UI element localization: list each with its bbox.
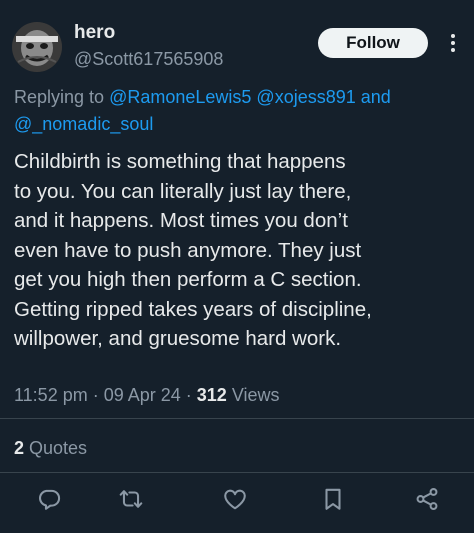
tweet: hero @Scott617565908 Follow Replying to … — [0, 0, 474, 533]
quotes-label: Quotes — [24, 438, 88, 458]
avatar[interactable] — [12, 22, 62, 72]
tweet-date[interactable]: 09 Apr 24 — [104, 385, 181, 405]
display-name[interactable]: hero — [74, 22, 115, 44]
share-icon[interactable] — [414, 486, 440, 512]
divider — [0, 418, 474, 419]
mention-link[interactable]: @_nomadic_soul — [14, 114, 153, 134]
tweet-meta: 11:52 pm · 09 Apr 24 · 312 Views — [14, 383, 280, 407]
tweet-text: Childbirth is something that happens to … — [14, 150, 372, 350]
mention-link[interactable]: @xojess891 — [256, 87, 355, 107]
like-icon[interactable] — [222, 486, 248, 512]
reply-conjunction: and — [355, 87, 391, 107]
reply-prefix: Replying to — [14, 87, 110, 107]
views-label: Views — [226, 385, 280, 405]
reply-context: Replying to @RamoneLewis5 @xojess891 and… — [14, 84, 454, 138]
bookmark-icon[interactable] — [320, 486, 346, 512]
follow-button[interactable]: Follow — [318, 28, 428, 58]
reply-icon[interactable] — [36, 486, 62, 512]
mention-link[interactable]: @RamoneLewis5 — [109, 87, 251, 107]
more-options-icon[interactable] — [444, 30, 462, 56]
divider — [0, 472, 474, 473]
meta-separator: · — [180, 385, 197, 405]
user-handle[interactable]: @Scott617565908 — [74, 48, 223, 70]
meta-separator: · — [87, 385, 104, 405]
tweet-time[interactable]: 11:52 pm — [14, 385, 88, 405]
quotes-link[interactable]: 2 Quotes — [14, 436, 87, 460]
retweet-icon[interactable] — [118, 486, 144, 512]
quotes-count: 2 — [14, 438, 25, 458]
views-count: 312 — [196, 385, 227, 405]
